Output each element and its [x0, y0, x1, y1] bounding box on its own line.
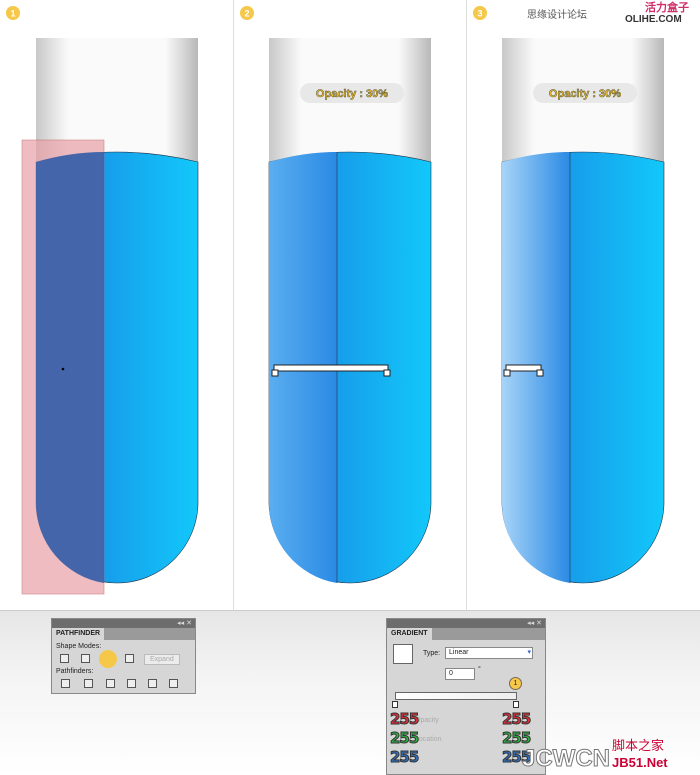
- shape-modes-label: Shape Modes:: [56, 643, 102, 650]
- location-label: Location: [415, 736, 442, 743]
- chevron-down-icon: ▾: [527, 649, 531, 656]
- trim-icon[interactable]: [84, 679, 93, 688]
- crop-icon[interactable]: [127, 679, 136, 688]
- gradient-annotator: [273, 364, 389, 372]
- callout-badge: 1: [509, 677, 522, 690]
- opacity-label: Opacity: [415, 717, 439, 724]
- type-select[interactable]: Linear ▾: [445, 647, 533, 659]
- angle-input[interactable]: 0: [445, 668, 475, 680]
- gradient-tab[interactable]: GRADIENT: [387, 628, 432, 640]
- tube-step-1: [21, 38, 199, 595]
- panels-area: ◂◂ ✕ PATHFINDER Shape Modes: Expand Path…: [0, 611, 700, 775]
- step-number-2: 2: [244, 9, 249, 19]
- illustration-area: 1 2 3 Opacity : 30% Opacity : 30% 思缘设计论坛…: [0, 0, 700, 611]
- expand-button[interactable]: Expand: [144, 654, 180, 665]
- gradient-slider[interactable]: [395, 692, 517, 700]
- watermark-jcwcn: JCWCN: [522, 745, 611, 773]
- panel-controls[interactable]: ◂◂ ✕: [387, 619, 545, 628]
- step-number-1: 1: [10, 9, 15, 19]
- watermark-bottom-url: JB51.Net: [612, 755, 668, 770]
- step-number-3: 3: [477, 9, 482, 19]
- opacity-label-3: Opacity : 30%: [549, 88, 621, 100]
- merge-icon[interactable]: [106, 679, 115, 688]
- opacity-label-2: Opacity : 30%: [316, 88, 388, 100]
- watermark-site-cn: 思缘设计论坛: [527, 8, 587, 21]
- minus-front-icon[interactable]: [81, 654, 90, 663]
- gradient-swatch[interactable]: [393, 644, 413, 664]
- left-g: 255: [389, 729, 419, 748]
- tube-step-2: [268, 38, 432, 584]
- callout-number: 1: [513, 680, 518, 687]
- unite-icon[interactable]: [60, 654, 69, 663]
- type-value: Linear: [449, 649, 469, 656]
- degree-symbol: °: [478, 666, 481, 673]
- tube-step-3: [501, 38, 665, 584]
- watermark-brand-top: 活力盒子: [645, 0, 689, 14]
- pathfinder-panel: ◂◂ ✕ PATHFINDER Shape Modes: Expand Path…: [51, 618, 196, 694]
- angle-value: 0: [449, 670, 453, 677]
- minus-back-icon[interactable]: [169, 679, 178, 688]
- pathfinders-label: Pathfinders:: [56, 668, 94, 675]
- watermark-bottom-cn: 脚本之家: [612, 738, 665, 753]
- divide-icon[interactable]: [61, 679, 70, 688]
- left-color-stop[interactable]: [392, 701, 398, 708]
- panel-controls[interactable]: ◂◂ ✕: [52, 619, 195, 628]
- right-r: 255: [501, 710, 531, 729]
- intersect-icon[interactable]: [99, 650, 117, 668]
- exclude-icon[interactable]: [125, 654, 134, 663]
- right-color-stop[interactable]: [513, 701, 519, 708]
- watermark-brand-bottom: OLIHE.COM: [625, 14, 682, 25]
- left-r: 255: [389, 710, 419, 729]
- left-b: 255: [389, 748, 419, 767]
- pathfinder-tab[interactable]: PATHFINDER: [52, 628, 105, 640]
- type-label: Type:: [423, 650, 441, 657]
- outline-icon[interactable]: [148, 679, 157, 688]
